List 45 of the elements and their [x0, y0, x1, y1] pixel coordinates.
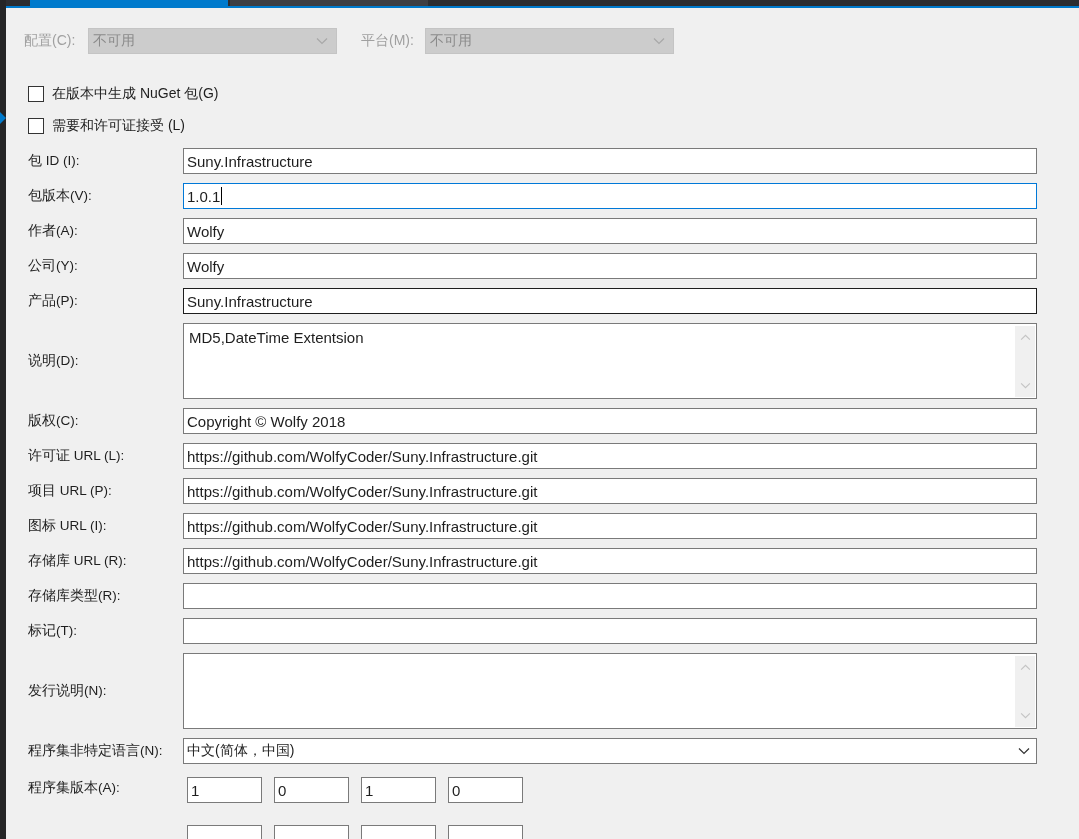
field-label: 作者(A):: [28, 222, 79, 240]
text-area[interactable]: [183, 653, 1037, 729]
field-label: 发行说明(N):: [28, 682, 108, 700]
input-field[interactable]: [183, 583, 1037, 609]
field-label: 程序集非特定语言(N):: [28, 742, 164, 760]
field-label: 许可证 URL (L):: [28, 447, 126, 465]
field-label: 包 ID (I):: [28, 152, 81, 170]
field-label: 存储库类型(R):: [28, 587, 122, 605]
input-field[interactable]: https://github.com/WolfyCoder/Suny.Infrastructure.git: [183, 548, 1037, 574]
field-label: 公司(Y):: [28, 257, 79, 275]
text-area[interactable]: MD5,DateTime Extentsion: [183, 323, 1037, 399]
input-field[interactable]: Suny.Infrastructure: [183, 148, 1037, 174]
chevron-down-icon: [1018, 747, 1030, 755]
field-label: 存储库 URL (R):: [28, 552, 128, 570]
version-field[interactable]: 0: [274, 777, 349, 803]
input-field[interactable]: Wolfy: [183, 218, 1037, 244]
field-label: 包版本(V):: [28, 187, 93, 205]
field-label: 版权(C):: [28, 412, 80, 430]
input-field[interactable]: https://github.com/WolfyCoder/Suny.Infrastructure.git: [183, 513, 1037, 539]
checkbox-label: 需要和许可证接受 (L): [52, 117, 185, 135]
checkbox-label: 在版本中生成 NuGet 包(G): [52, 85, 219, 103]
dropdown[interactable]: 中文(简体，中国): [183, 738, 1037, 764]
input-field[interactable]: Copyright © Wolfy 2018: [183, 408, 1037, 434]
input-field[interactable]: [183, 618, 1037, 644]
version-field[interactable]: 1: [361, 777, 436, 803]
field-label: 说明(D):: [28, 352, 80, 370]
field-label: 产品(P):: [28, 292, 79, 310]
chevron-down-icon: [653, 37, 665, 45]
input-field[interactable]: 1.0.1: [183, 183, 1037, 209]
input-field[interactable]: https://github.com/WolfyCoder/Suny.Infrastructure.git: [183, 443, 1037, 469]
input-field[interactable]: Wolfy: [183, 253, 1037, 279]
version-field[interactable]: 1: [187, 777, 262, 803]
checkbox[interactable]: [28, 86, 44, 102]
field-label: 程序集版本(A):: [28, 779, 121, 797]
input-field[interactable]: https://github.com/WolfyCoder/Suny.Infrastructure.git: [183, 478, 1037, 504]
input-field[interactable]: Suny.Infrastructure: [183, 288, 1037, 314]
version-field[interactable]: 0: [448, 777, 523, 803]
checkbox[interactable]: [28, 118, 44, 134]
config-label: 平台(M):: [361, 32, 415, 50]
config-label: 配置(C):: [24, 32, 77, 50]
chevron-down-icon: [316, 37, 328, 45]
field-label: 项目 URL (P):: [28, 482, 113, 500]
pointer-icon: [0, 112, 6, 124]
field-label: 标记(T):: [28, 622, 78, 640]
field-label: 图标 URL (I):: [28, 517, 108, 535]
